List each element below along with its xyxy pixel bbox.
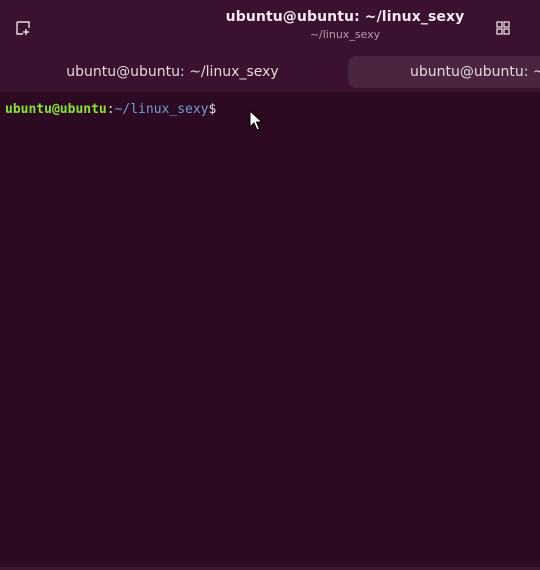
window-subtitle: ~/linux_sexy [309,28,381,41]
new-tab-button[interactable] [10,16,36,40]
title-bar: ubuntu@ubuntu: ~/linux_sexy ~/linux_sexy [0,0,540,52]
terminal-window: ubuntu@ubuntu: ~/linux_sexy ~/linux_sexy… [0,0,540,570]
tab-label: ubuntu@ubuntu: ~/linux_sexy [66,64,279,80]
new-tab-icon [16,21,30,35]
window-title-block: ubuntu@ubuntu: ~/linux_sexy ~/linux_sexy [200,9,490,41]
menu-button[interactable] [490,16,516,40]
tab-bar: ubuntu@ubuntu: ~/linux_sexy ubuntu@ubunt… [0,52,540,92]
window-title: ubuntu@ubuntu: ~/linux_sexy [225,9,465,25]
mouse-pointer-icon [249,110,263,131]
prompt-line: ubuntu@ubuntu:~/linux_sexy$ [5,102,216,117]
tab-label: ubuntu@ubuntu: ~ [410,64,540,80]
prompt-colon: : [106,102,115,117]
prompt-path: ~/linux_sexy [114,102,209,117]
tab-linux-sexy[interactable]: ubuntu@ubuntu: ~/linux_sexy [0,56,345,88]
terminal-area[interactable]: ubuntu@ubuntu:~/linux_sexy$ [0,92,540,570]
prompt-user-host: ubuntu@ubuntu [5,102,107,117]
prompt-dollar: $ [208,102,217,117]
tab-home[interactable]: ubuntu@ubuntu: ~ [348,56,540,88]
grid-menu-icon [496,21,510,35]
